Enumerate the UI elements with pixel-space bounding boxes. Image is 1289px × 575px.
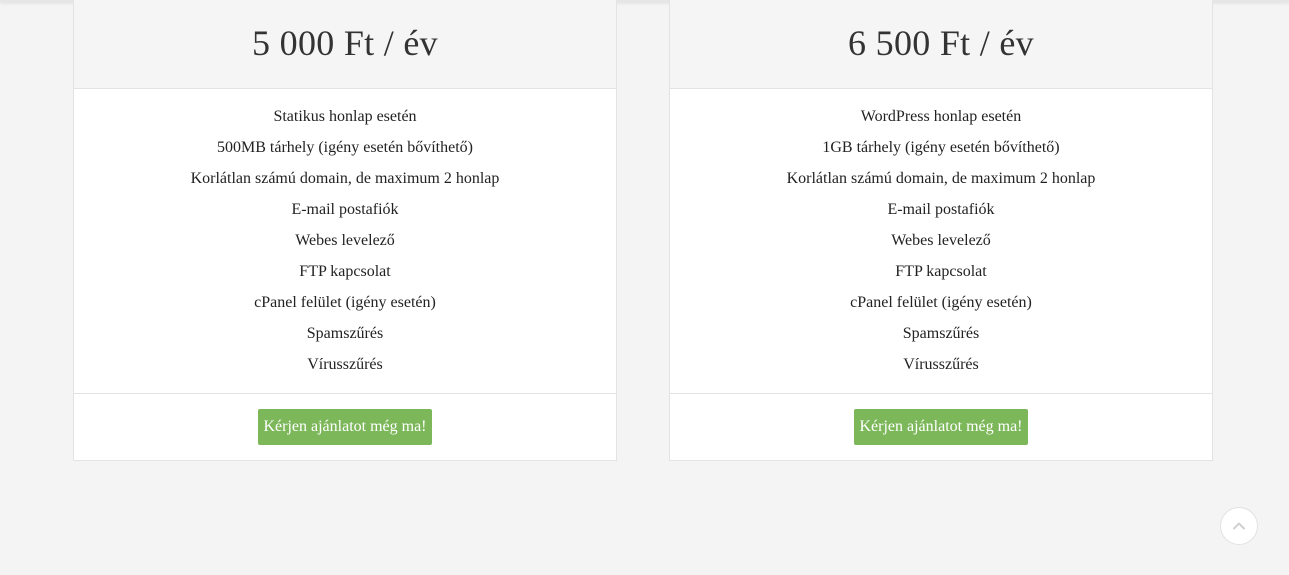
feature-item: Spamszűrés xyxy=(902,325,980,342)
feature-item: Statikus honlap esetén xyxy=(273,108,417,125)
pricing-card-footer: Kérjen ajánlatot még ma! xyxy=(74,394,616,460)
feature-item: FTP kapcsolat xyxy=(299,263,391,280)
pricing-card-basic: 5 000 Ft / év Statikus honlap esetén 500… xyxy=(73,0,617,461)
feature-list: WordPress honlap esetén 1GB tárhely (igé… xyxy=(670,89,1212,394)
feature-list: Statikus honlap esetén 500MB tárhely (ig… xyxy=(74,89,616,394)
pricing-card-header: 5 000 Ft / év xyxy=(74,0,616,89)
feature-item: Vírusszűrés xyxy=(307,356,383,373)
feature-item: WordPress honlap esetén xyxy=(860,108,1022,125)
feature-item: Webes levelező xyxy=(891,232,991,249)
chevron-up-icon xyxy=(1233,522,1245,530)
pricing-card-footer: Kérjen ajánlatot még ma! xyxy=(670,394,1212,460)
feature-item: cPanel felület (igény esetén) xyxy=(850,294,1032,311)
pricing-card-wordpress: 6 500 Ft / év WordPress honlap esetén 1G… xyxy=(669,0,1213,461)
feature-item: 1GB tárhely (igény esetén bővíthető) xyxy=(822,139,1060,156)
plan-price: 6 500 Ft / év xyxy=(848,23,1034,63)
feature-item: cPanel felület (igény esetén) xyxy=(254,294,436,311)
feature-item: E-mail postafiók xyxy=(887,201,995,218)
feature-item: E-mail postafiók xyxy=(291,201,399,218)
feature-item: Korlátlan számú domain, de maximum 2 hon… xyxy=(786,170,1096,187)
pricing-card-header: 6 500 Ft / év xyxy=(670,0,1212,89)
request-quote-button[interactable]: Kérjen ajánlatot még ma! xyxy=(258,409,432,445)
plan-price: 5 000 Ft / év xyxy=(252,23,438,63)
feature-item: Webes levelező xyxy=(295,232,395,249)
feature-item: 500MB tárhely (igény esetén bővíthető) xyxy=(217,139,473,156)
feature-item: Vírusszűrés xyxy=(903,356,979,373)
request-quote-button[interactable]: Kérjen ajánlatot még ma! xyxy=(854,409,1028,445)
feature-item: Spamszűrés xyxy=(306,325,384,342)
feature-item: Korlátlan számú domain, de maximum 2 hon… xyxy=(190,170,500,187)
feature-item: FTP kapcsolat xyxy=(895,263,987,280)
scroll-to-top-button[interactable] xyxy=(1220,507,1258,545)
